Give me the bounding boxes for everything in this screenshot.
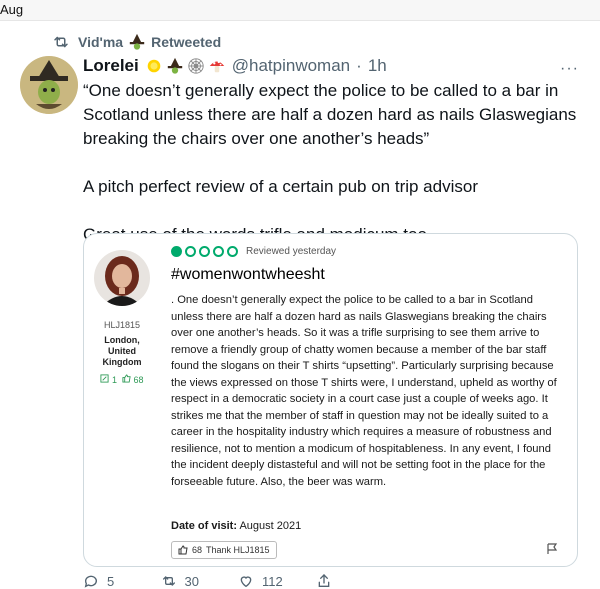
flag-icon: [547, 543, 558, 554]
thank-label: Thank HLJ1815: [206, 545, 270, 555]
helpful-votes-count: 68: [133, 375, 144, 385]
share-button[interactable]: [316, 573, 394, 589]
contributions-count: 1: [111, 375, 117, 385]
reviewer-info: HLJ1815 London, United Kingdom 1 68: [84, 320, 160, 386]
reviewer-location-line-1: London,: [104, 335, 140, 345]
rating-bubble: [185, 246, 196, 257]
rating-bubble: [171, 246, 182, 257]
reviewer-location-line-3: Kingdom: [102, 357, 142, 367]
reviewer-stats: 1 68: [84, 374, 160, 386]
retweet-context: Vid'ma Retweeted: [52, 32, 221, 52]
tweet-actions: 5 30 112: [83, 573, 393, 589]
witch-emoji-icon: [129, 33, 145, 50]
reply-count: 5: [107, 573, 115, 589]
thumbs-up-icon: [178, 545, 188, 555]
like-button[interactable]: 112: [238, 573, 316, 589]
retweeter-name[interactable]: Vid'ma: [78, 34, 123, 50]
heart-icon: [240, 576, 252, 588]
rating-bubble: [199, 246, 210, 257]
tweet-time[interactable]: 1h: [368, 56, 387, 76]
reviewer-handle: HLJ1815: [103, 320, 141, 330]
retweeted-label: Retweeted: [151, 34, 222, 50]
rating-bubbles: [171, 246, 238, 257]
date-of-visit-value: August 2021: [239, 520, 302, 532]
date-of-visit-label: Date of visit:: [171, 520, 238, 532]
share-icon: [318, 574, 329, 587]
witch-emoji-icon: [167, 57, 182, 74]
author-emojis: [145, 57, 226, 75]
rating-bubble: [213, 246, 224, 257]
rating-row: Reviewed yesterday: [171, 246, 336, 257]
helpful-votes-stat: 68: [122, 374, 144, 386]
tweet-text: “One doesn’t generally expect the police…: [83, 79, 578, 247]
reply-icon: [84, 575, 97, 588]
retweet-button[interactable]: 30: [161, 573, 239, 589]
review-screenshot-card[interactable]: HLJ1815 London, United Kingdom 1 68 Revi…: [83, 233, 578, 567]
like-count: 112: [262, 573, 283, 589]
tweet-line-review-note: A pitch perfect review of a certain pub …: [83, 177, 478, 196]
top-strip-text: Aug: [0, 2, 24, 17]
author-avatar[interactable]: [20, 56, 78, 114]
reply-button[interactable]: 5: [83, 573, 161, 589]
reviewer-location-line-2: United: [108, 346, 136, 356]
spiderweb-emoji-icon: [188, 58, 204, 74]
retweet-icon: [54, 36, 68, 48]
retweet-count: 30: [184, 573, 199, 589]
author-name[interactable]: Lorelei: [83, 56, 139, 76]
more-options-icon[interactable]: ···: [560, 60, 579, 78]
edit-icon: [100, 374, 110, 383]
contributions-stat: 1: [100, 374, 117, 386]
tweet-line-quote: “One doesn’t generally expect the police…: [83, 81, 577, 148]
top-strip: Aug: [0, 0, 600, 21]
tweet-header: Lorelei @hatpinwoman · 1h: [83, 56, 387, 76]
thumbs-up-icon: [122, 374, 131, 383]
sun-emoji-icon: [147, 59, 161, 73]
review-body: . One doesn’t generally expect the polic…: [171, 294, 557, 488]
reviewer-photo: [94, 250, 150, 306]
reviewed-date: Reviewed yesterday: [246, 246, 337, 257]
retweet-icon: [162, 576, 175, 586]
thank-reviewer-button: 68 Thank HLJ1815: [171, 541, 277, 559]
rating-bubble: [227, 246, 238, 257]
dot-separator: ·: [356, 56, 362, 75]
author-handle[interactable]: @hatpinwoman: [232, 56, 350, 76]
date-of-visit: Date of visit: August 2021: [171, 520, 301, 532]
thank-count: 68: [192, 545, 203, 555]
mushroom-emoji-icon: [209, 60, 224, 73]
review-title: #womenwontwheesht: [171, 266, 325, 283]
